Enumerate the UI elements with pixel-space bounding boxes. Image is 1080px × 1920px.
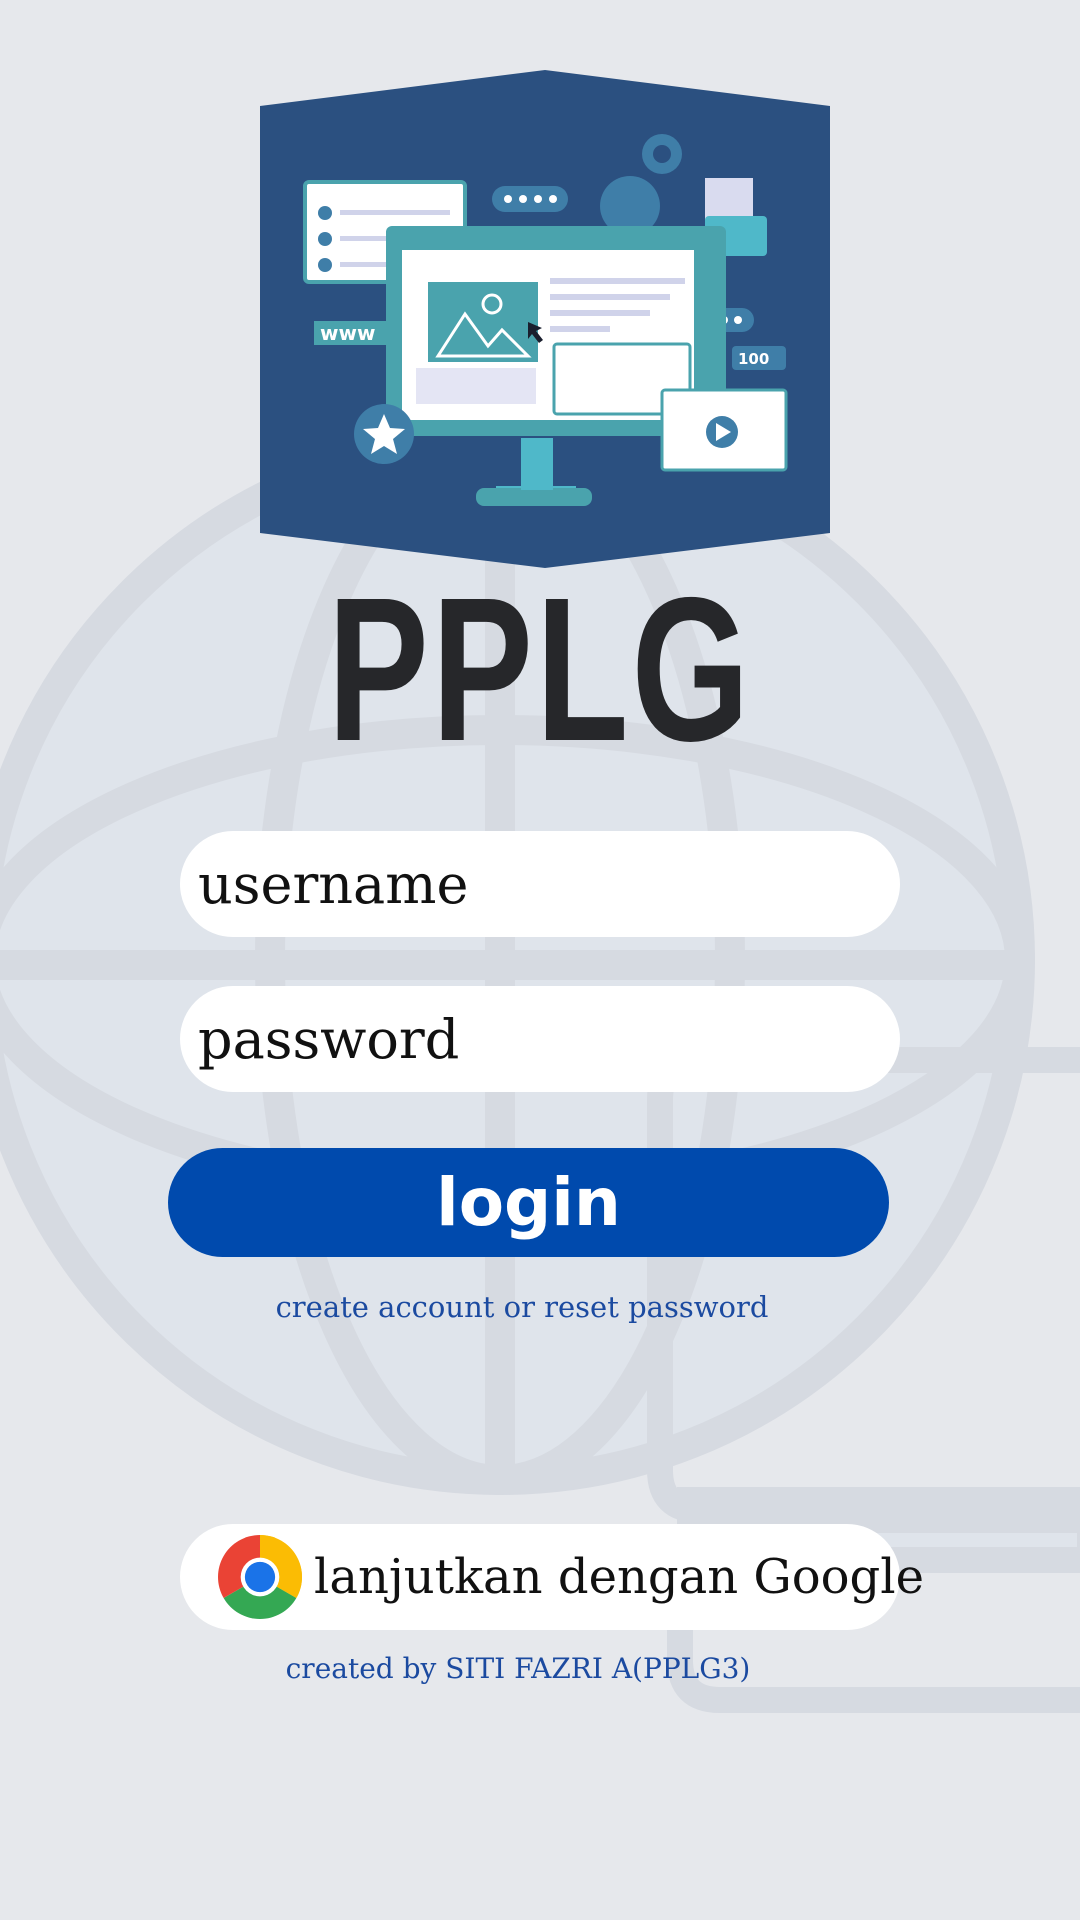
username-input[interactable] xyxy=(180,831,900,937)
google-signin-label: lanjutkan dengan Google xyxy=(314,1549,925,1605)
chrome-icon xyxy=(218,1535,302,1619)
svg-text:www: www xyxy=(320,321,375,345)
google-signin-button[interactable]: lanjutkan dengan Google xyxy=(180,1524,924,1630)
create-account-reset-password-link[interactable]: create account or reset password xyxy=(0,1290,1044,1324)
password-input[interactable] xyxy=(180,986,900,1092)
app-title: PPLG xyxy=(327,555,753,784)
author-credit: created by SITI FAZRI A(PPLG3) xyxy=(285,1652,751,1685)
svg-text:100: 100 xyxy=(738,350,769,368)
username-field[interactable] xyxy=(180,831,900,937)
hero-illustration: www 100 xyxy=(260,70,830,568)
password-field[interactable] xyxy=(180,986,900,1092)
login-button[interactable]: login xyxy=(168,1148,889,1257)
